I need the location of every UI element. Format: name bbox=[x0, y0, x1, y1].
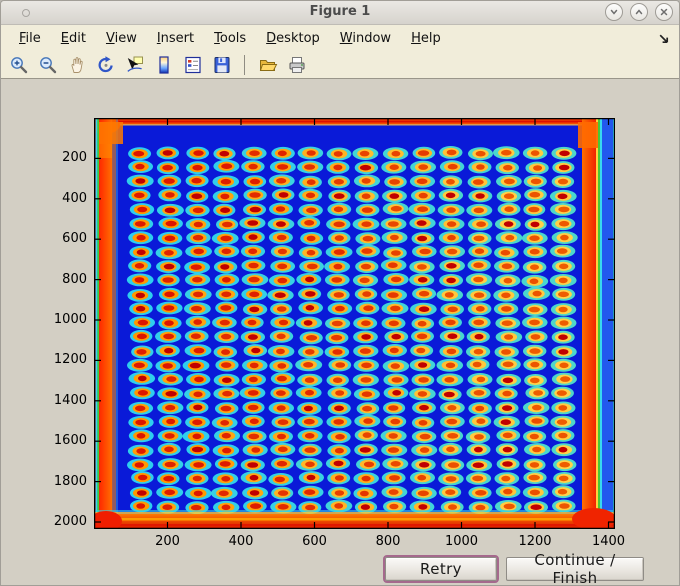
x-tick-label: 600 bbox=[302, 534, 327, 549]
menu-item-desktop[interactable]: Desktop bbox=[256, 27, 330, 50]
menu-item-window[interactable]: Window bbox=[330, 27, 401, 50]
pan-button[interactable] bbox=[65, 53, 88, 76]
minimize-button[interactable] bbox=[605, 3, 623, 21]
print-icon bbox=[289, 56, 304, 73]
chevron-down-icon bbox=[610, 9, 618, 15]
legend-button[interactable] bbox=[181, 53, 204, 76]
figure-window: Figure 1 File Edit View Insert Tools Desktop W… bbox=[0, 0, 680, 586]
window-title: Figure 1 bbox=[309, 4, 371, 19]
save-button[interactable] bbox=[210, 53, 233, 76]
zoom-out-button[interactable] bbox=[36, 53, 59, 76]
rotate-3d-button[interactable] bbox=[94, 53, 117, 76]
zoom-out-icon bbox=[39, 56, 56, 73]
zoom-in-icon bbox=[10, 56, 27, 73]
print-button[interactable] bbox=[285, 53, 308, 76]
y-tick-label: 1800 bbox=[53, 473, 87, 489]
colorbar-icon bbox=[158, 55, 169, 74]
save-icon bbox=[214, 56, 229, 73]
menu-item-insert[interactable]: Insert bbox=[147, 27, 204, 50]
y-tick-label: 1200 bbox=[53, 352, 87, 368]
close-icon bbox=[660, 8, 668, 16]
continue-finish-button[interactable]: Continue / Finish bbox=[506, 551, 644, 585]
menu-item-help[interactable]: Help bbox=[401, 27, 451, 50]
maximize-button[interactable] bbox=[630, 3, 648, 21]
colorbar-button[interactable] bbox=[152, 53, 175, 76]
menu-item-tools[interactable]: Tools bbox=[204, 27, 256, 50]
close-button[interactable] bbox=[655, 3, 673, 21]
x-tick-label: 800 bbox=[375, 534, 401, 549]
open-folder-button[interactable] bbox=[256, 53, 279, 76]
menu-item-edit[interactable]: Edit bbox=[51, 27, 96, 50]
menu-item-file[interactable]: File bbox=[9, 27, 51, 50]
data-cursor-button[interactable] bbox=[123, 53, 146, 76]
y-tick-label: 200 bbox=[62, 150, 87, 166]
title-bar[interactable]: Figure 1 bbox=[1, 1, 679, 25]
y-tick-label: 1600 bbox=[53, 433, 87, 449]
x-tick-label: 400 bbox=[228, 534, 254, 549]
zoom-in-button[interactable] bbox=[7, 53, 30, 76]
x-tick-label: 1200 bbox=[518, 534, 552, 549]
x-tick-label: 200 bbox=[155, 534, 180, 549]
tool-bar bbox=[1, 51, 679, 79]
pan-icon bbox=[71, 56, 83, 73]
figure-canvas: 200 400 600 800 1000 1200 1400 200 400 600 800 1000… bbox=[1, 80, 679, 585]
chevron-up-icon bbox=[635, 9, 643, 15]
y-tick-label: 800 bbox=[62, 271, 87, 287]
legend-icon bbox=[184, 56, 201, 73]
y-tick-label: 400 bbox=[62, 190, 87, 206]
y-tick-label: 1000 bbox=[53, 312, 87, 327]
plot-image[interactable] bbox=[88, 116, 618, 533]
retry-button[interactable]: Retry bbox=[383, 555, 499, 583]
data-cursor-icon bbox=[126, 56, 143, 72]
rotate-3d-icon bbox=[98, 55, 113, 72]
y-tick-label: 1400 bbox=[53, 392, 87, 408]
menu-item-view[interactable]: View bbox=[96, 27, 147, 50]
dock-figure-arrow-icon[interactable] bbox=[657, 32, 671, 50]
x-tick-label: 1400 bbox=[591, 534, 626, 549]
toolbar-separator bbox=[244, 54, 245, 75]
y-tick-label: 600 bbox=[62, 231, 87, 247]
window-controls bbox=[605, 3, 673, 21]
menu-bar: File Edit View Insert Tools Desktop Window Help bbox=[1, 25, 679, 51]
y-tick-label: 2000 bbox=[53, 514, 87, 529]
open-folder-icon bbox=[259, 59, 277, 71]
x-tick-label: 1000 bbox=[444, 534, 479, 549]
